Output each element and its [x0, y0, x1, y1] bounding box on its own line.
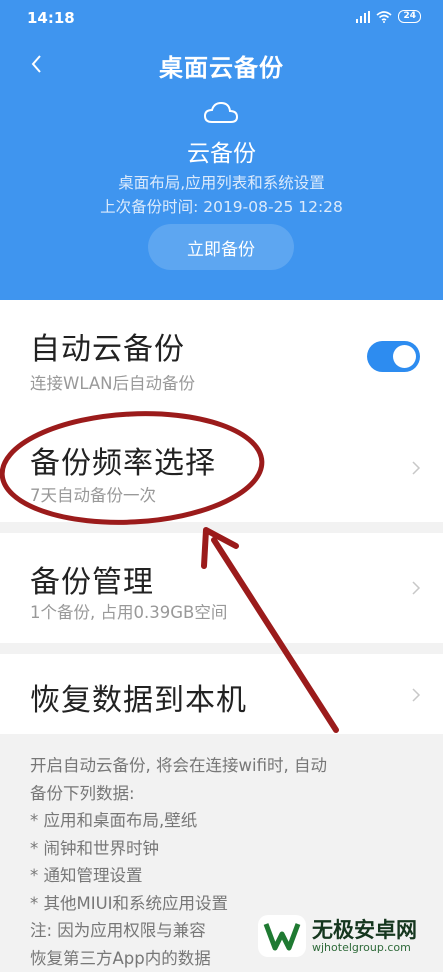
backup-manage-card[interactable]: 备份管理 1个备份, 占用0.39GB空间	[0, 533, 443, 643]
chevron-right-icon	[411, 580, 421, 596]
restore-title: 恢复数据到本机	[30, 675, 247, 719]
chevron-right-icon	[411, 687, 421, 703]
wifi-icon	[376, 11, 392, 23]
header: 14:18 24 桌面云备份 云备份 桌面布局,应用列表和系统设置 上次备份时间…	[0, 0, 443, 300]
frequency-title: 备份频率选择	[30, 438, 216, 482]
frequency-row[interactable]: 备份频率选择 7天自动备份一次	[0, 410, 443, 522]
auto-backup-subtitle: 连接WLAN后自动备份	[30, 370, 195, 394]
note-line: * 应用和桌面布局,壁纸	[30, 807, 420, 835]
frequency-subtitle: 7天自动备份一次	[30, 482, 156, 506]
note-line: * 通知管理设置	[30, 862, 420, 890]
cloud-icon	[203, 100, 239, 126]
header-subtitle: 云备份	[0, 134, 443, 168]
chevron-right-icon	[411, 460, 421, 476]
toggle-knob	[393, 345, 416, 368]
watermark-url: wjhotelgroup.com	[312, 941, 417, 954]
manage-title: 备份管理	[30, 557, 154, 601]
restore-card[interactable]: 恢复数据到本机	[0, 654, 443, 734]
watermark-logo-icon	[258, 915, 306, 957]
note-line: * 闹钟和世界时钟	[30, 835, 420, 863]
auto-backup-toggle[interactable]	[367, 341, 420, 372]
backup-settings-card: 自动云备份 连接WLAN后自动备份 备份频率选择 7天自动备份一次	[0, 300, 443, 522]
auto-backup-title: 自动云备份	[30, 324, 185, 368]
signal-icon	[356, 11, 370, 23]
status-icons: 24	[356, 10, 421, 23]
manage-subtitle: 1个备份, 占用0.39GB空间	[30, 599, 227, 623]
header-description: 桌面布局,应用列表和系统设置	[0, 171, 443, 193]
status-time: 14:18	[27, 9, 75, 27]
page-title: 桌面云备份	[0, 48, 443, 83]
note-line: 开启自动云备份, 将会在连接wifi时, 自动	[30, 752, 420, 780]
backup-now-button[interactable]: 立即备份	[148, 224, 294, 270]
last-backup-time: 上次备份时间: 2019-08-25 12:28	[0, 195, 443, 217]
battery-icon: 24	[398, 10, 421, 23]
note-line: 备份下列数据:	[30, 780, 420, 808]
watermark-name: 无极安卓网	[312, 919, 417, 941]
watermark: 无极安卓网 wjhotelgroup.com	[258, 912, 443, 960]
